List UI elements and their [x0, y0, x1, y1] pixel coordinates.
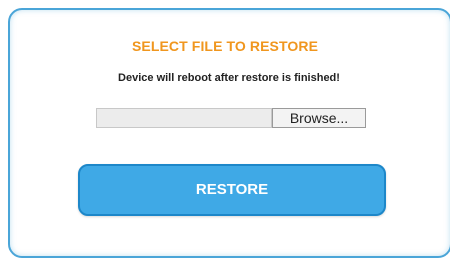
panel-title: SELECT FILE TO RESTORE — [131, 38, 319, 54]
browse-button[interactable]: Browse... — [272, 108, 366, 128]
reboot-notice: Device will reboot after restore is fini… — [118, 72, 340, 84]
file-path-field[interactable] — [96, 108, 272, 128]
restore-button[interactable]: RESTORE — [78, 164, 386, 216]
file-input[interactable]: Browse... — [96, 108, 366, 128]
